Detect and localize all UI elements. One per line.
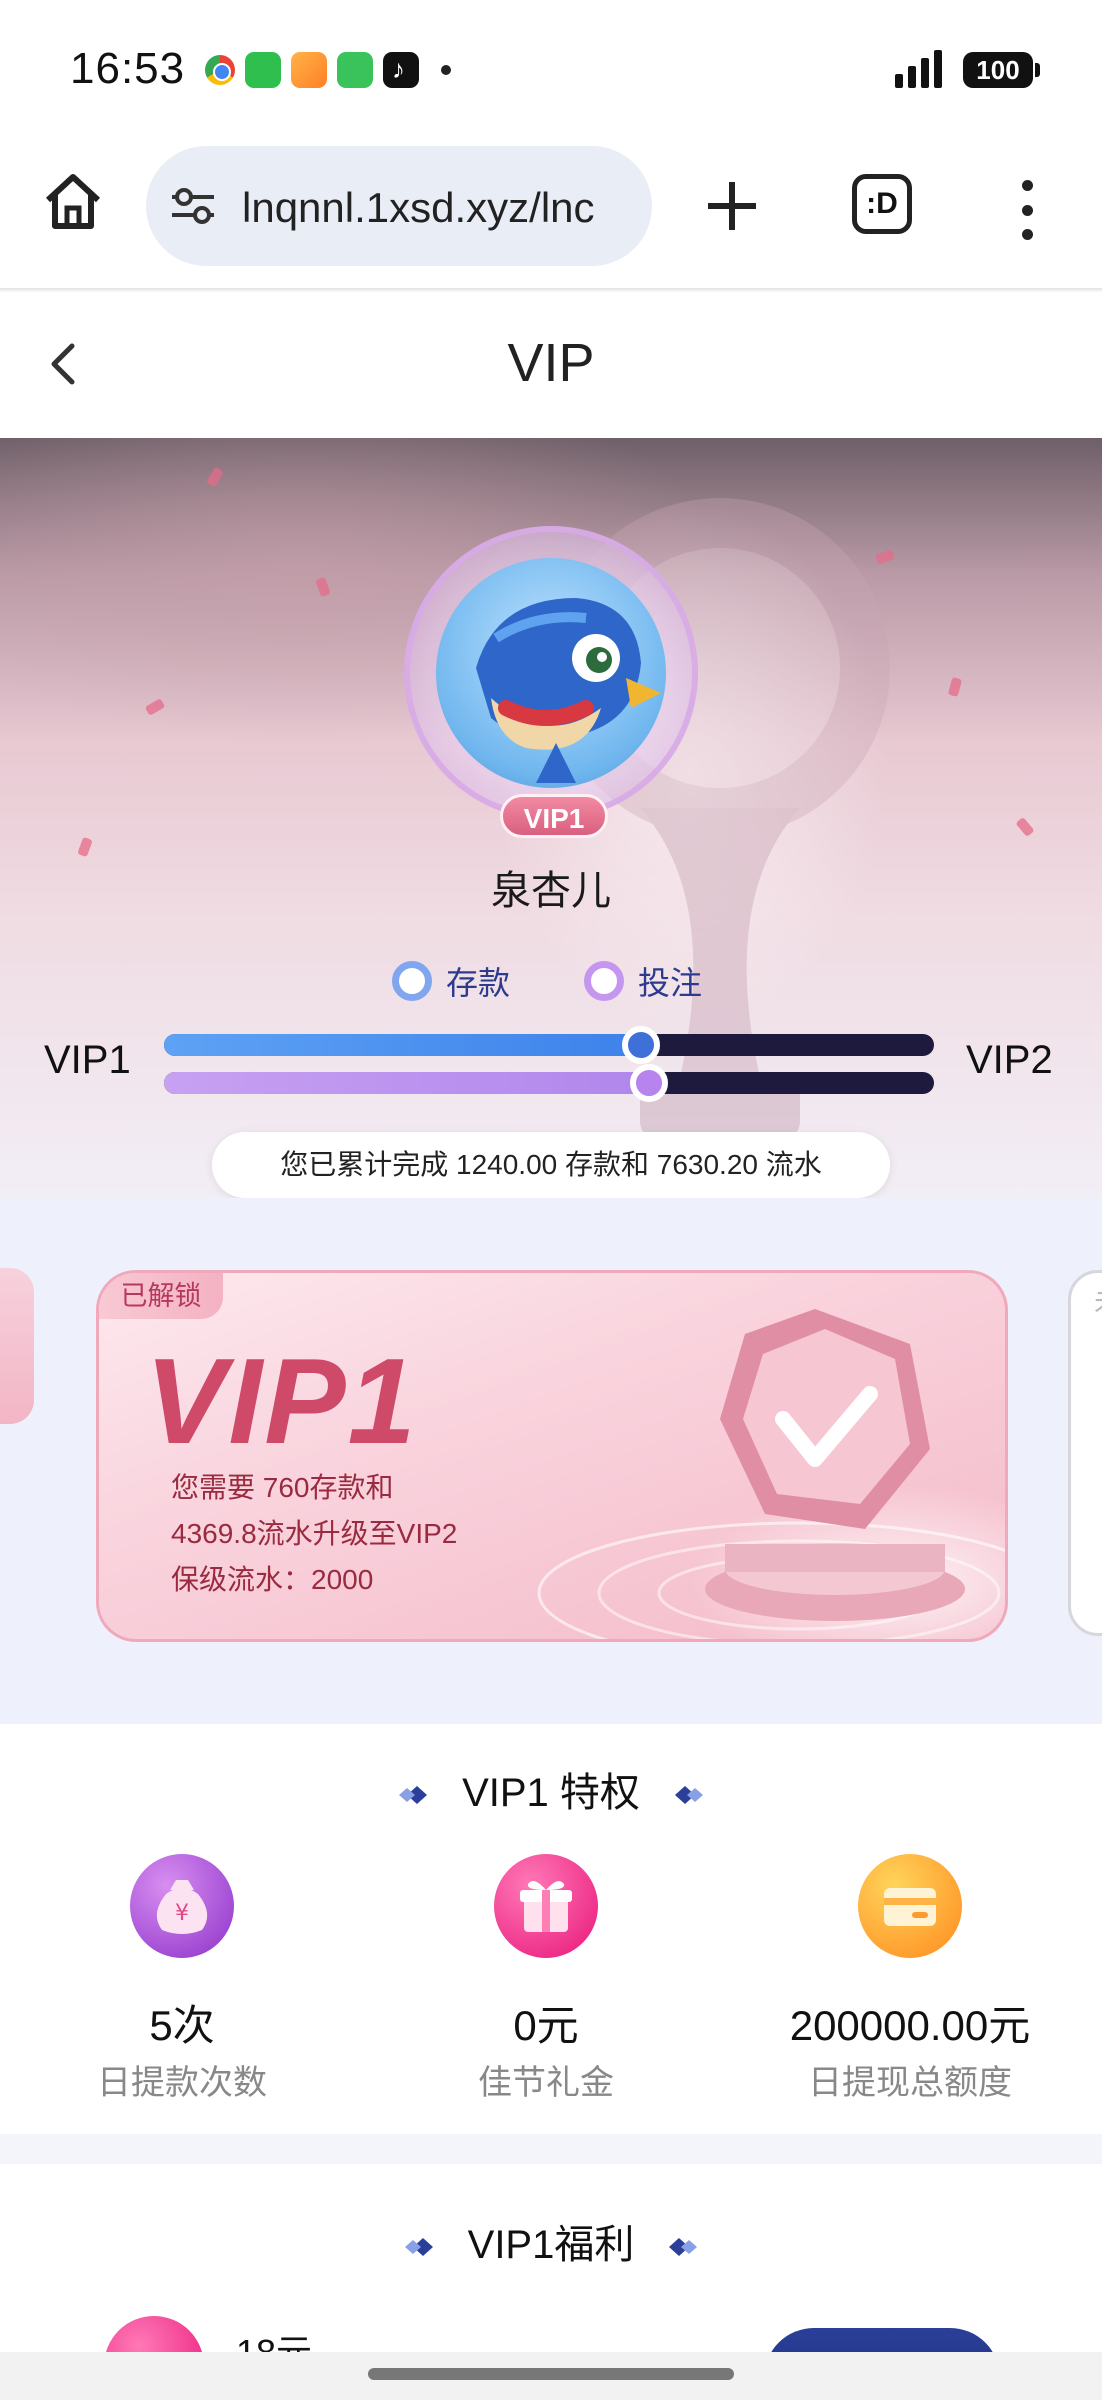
system-nav-bar	[0, 2352, 1102, 2400]
browser-toolbar: lnqnnl.1xsd.xyz/lnc :D	[0, 140, 1102, 290]
bet-dot-icon	[584, 961, 625, 1001]
deposit-dot-icon	[392, 961, 432, 1001]
privileges-section: VIP1 特权 ¥ 5次 日提款次数 0元 佳节礼金 200000.00元 日提…	[0, 1724, 1102, 2134]
legend-bet-label: 投注	[638, 965, 703, 1001]
signal-icon	[895, 50, 942, 88]
privilege-label: 日提款次数	[97, 2064, 267, 2102]
vip-hero: VIP1 泉杏儿 存款 投注 VIP1 VIP2 您已累计完成 1240.00 …	[0, 438, 1102, 1198]
benefits-title-row: VIP1福利	[0, 2212, 1102, 2270]
avatar[interactable]	[436, 558, 666, 788]
tiktok-icon	[383, 52, 419, 88]
progress-legend: 存款 投注	[392, 958, 702, 1004]
privilege-value: 200000.00元	[789, 2002, 1031, 2049]
notification-icons	[205, 52, 451, 88]
battery-level: 100	[976, 55, 1020, 85]
wallet-card-icon	[858, 1854, 962, 1958]
page-header: VIP	[0, 292, 1102, 438]
privilege-daily-limit: 200000.00元 日提现总额度	[780, 1854, 1040, 2104]
deposit-progress-fill	[164, 1034, 642, 1056]
battery-icon: 100	[963, 52, 1040, 88]
deposit-progress-bar	[164, 1026, 934, 1064]
legend-deposit: 存款	[392, 958, 510, 1004]
phone-icon	[337, 52, 373, 88]
card-level-title: VIP1	[145, 1333, 418, 1469]
card-requirements: 您需要 760存款和 4369.8流水升级至VIP2 保级流水：2000	[171, 1465, 457, 1603]
privilege-label: 佳节礼金	[478, 2064, 614, 2102]
diamond-right-icon	[669, 2238, 698, 2257]
status-time: 16:53	[70, 44, 186, 93]
level-badge: VIP1	[500, 794, 608, 838]
more-notifications-icon	[441, 65, 451, 75]
privilege-value: 5次	[149, 2002, 215, 2049]
benefits-title: VIP1福利	[467, 2223, 635, 2267]
address-bar[interactable]: lnqnnl.1xsd.xyz/lnc	[146, 146, 652, 266]
progress-summary: 您已累计完成 1240.00 存款和 7630.20 流水	[212, 1132, 890, 1198]
page-title: VIP	[507, 333, 595, 393]
svg-text:¥: ¥	[175, 1901, 189, 1926]
tabs-icon[interactable]: :D	[852, 174, 912, 234]
video-app-icon	[291, 52, 327, 88]
privilege-label: 日提现总额度	[808, 2064, 1012, 2102]
gift-icon	[494, 1854, 598, 1958]
vip-card-carousel[interactable]: 未 已解锁 VIP1 您需要 760存款和 4369.8流水升级至VIP2 保级…	[0, 1198, 1102, 1724]
status-bar: 16:53 100	[0, 0, 1102, 140]
url-text[interactable]: lnqnnl.1xsd.xyz/lnc	[242, 184, 634, 232]
diamond-right-icon	[675, 1786, 704, 1805]
home-icon[interactable]	[40, 168, 106, 234]
vip-level-card[interactable]: 已解锁 VIP1 您需要 760存款和 4369.8流水升级至VIP2 保级流水…	[96, 1270, 1008, 1642]
messages-icon	[245, 52, 281, 88]
money-bag-icon: ¥	[130, 1854, 234, 1958]
next-level-label: VIP2	[966, 1038, 1053, 1082]
bet-progress-knob	[630, 1064, 669, 1102]
unlock-status-tag: 已解锁	[99, 1273, 223, 1319]
privilege-withdraw-count: ¥ 5次 日提款次数	[52, 1854, 312, 2104]
dragon-mascot-icon	[476, 598, 661, 783]
shield-check-icon	[705, 1309, 965, 1621]
requirement-line: 4369.8流水升级至VIP2	[171, 1518, 458, 1549]
site-settings-icon[interactable]	[170, 188, 216, 224]
requirement-line: 您需要 760存款和	[171, 1472, 394, 1503]
diamond-left-icon	[404, 2238, 433, 2257]
legend-deposit-label: 存款	[446, 965, 511, 1001]
privileges-title: VIP1 特权	[462, 1771, 640, 1815]
avatar-ring	[404, 526, 698, 820]
gesture-handle[interactable]	[368, 2368, 734, 2380]
privilege-value: 0元	[513, 2002, 579, 2049]
more-vert-icon[interactable]	[1012, 180, 1042, 240]
next-card-tag: 未	[1094, 1280, 1102, 1320]
new-tab-icon[interactable]	[700, 174, 764, 238]
bet-progress-bar	[164, 1064, 934, 1102]
diamond-left-icon	[398, 1786, 427, 1805]
requirement-line: 保级流水：2000	[171, 1564, 374, 1595]
privilege-holiday-gift: 0元 佳节礼金	[416, 1854, 676, 2104]
chrome-icon	[205, 55, 235, 85]
legend-bet: 投注	[584, 958, 702, 1004]
username: 泉杏儿	[491, 869, 611, 913]
current-level-label: VIP1	[44, 1038, 131, 1082]
privileges-title-row: VIP1 特权	[0, 1760, 1102, 1818]
next-vip-card[interactable]	[1068, 1270, 1102, 1636]
bet-progress-fill	[164, 1072, 650, 1094]
previous-vip-card[interactable]	[0, 1268, 34, 1424]
